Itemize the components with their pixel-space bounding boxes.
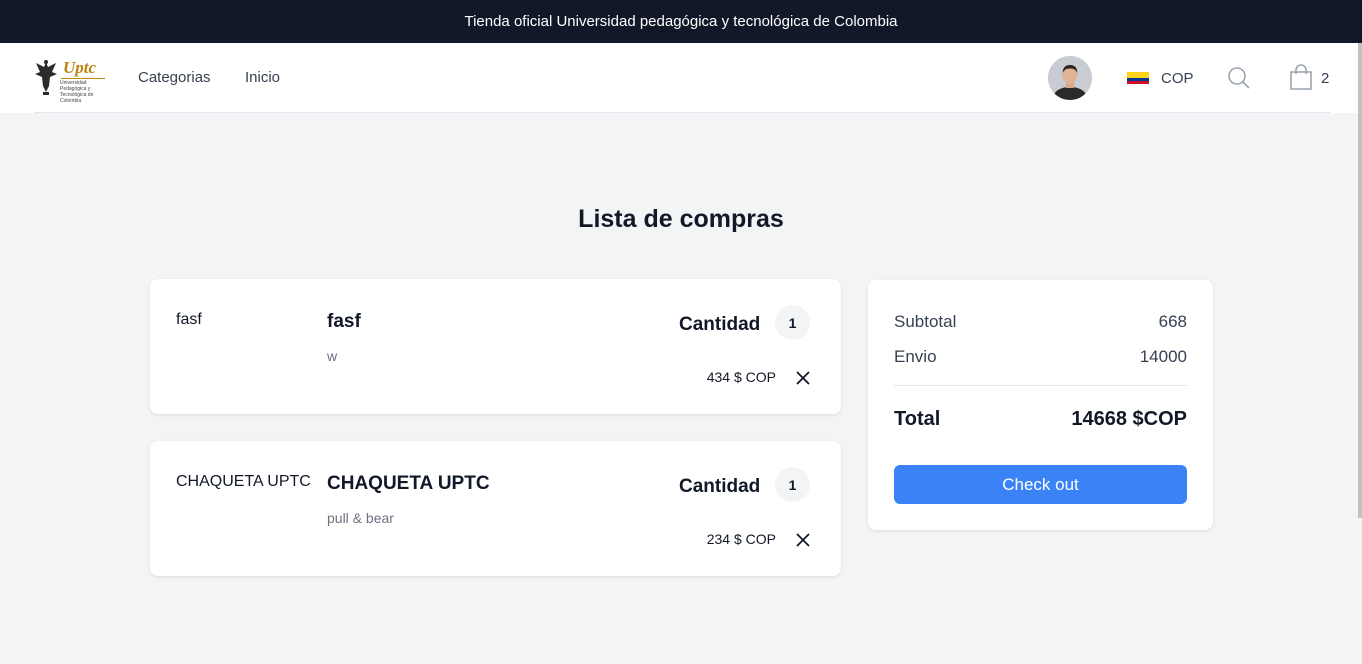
announcement-text: Tienda oficial Universidad pedagógica y … <box>464 13 898 30</box>
colombia-flag-icon[interactable] <box>1127 72 1149 84</box>
product-name[interactable]: CHAQUETA UPTC <box>327 473 490 495</box>
shopping-bag-icon[interactable] <box>1289 64 1313 90</box>
product-description: pull & bear <box>327 510 394 526</box>
remove-item-close-icon[interactable] <box>795 532 811 548</box>
cart-item-card: CHAQUETA UPTC CHAQUETA UPTC pull & bear … <box>150 441 841 576</box>
logo-wordmark: Uptc <box>63 58 97 77</box>
search-icon[interactable] <box>1227 66 1251 90</box>
uptc-logo[interactable]: Uptc Universidad Pedagógica y Tecnológic… <box>34 58 106 104</box>
cart-count[interactable]: 2 <box>1321 70 1329 87</box>
product-name[interactable]: fasf <box>327 311 361 333</box>
quantity-label: Cantidad <box>679 476 761 497</box>
nav-categorias-link[interactable]: Categorias <box>138 69 211 86</box>
quantity-label: Cantidad <box>679 314 761 335</box>
total-row: Total 14668 $COP <box>894 408 1187 431</box>
announcement-bar: Tienda oficial Universidad pedagógica y … <box>0 0 1362 43</box>
currency-selector[interactable]: COP <box>1161 70 1194 87</box>
logo-subtext: Universidad Pedagógica y Tecnológica de … <box>60 80 94 104</box>
shipping-row: Envio 14000 <box>894 347 1187 367</box>
user-avatar[interactable] <box>1048 56 1092 100</box>
order-summary: Subtotal 668 Envio 14000 Total 14668 $CO… <box>868 280 1213 530</box>
shipping-value: 14000 <box>1139 347 1187 366</box>
total-label: Total <box>894 408 941 430</box>
page-scrollbar[interactable] <box>1358 43 1362 518</box>
product-image[interactable]: fasf <box>176 311 202 329</box>
logo-underline <box>61 78 105 79</box>
checkout-button[interactable]: Check out <box>894 465 1187 504</box>
nav-inicio-link[interactable]: Inicio <box>245 69 280 86</box>
product-description: w <box>327 348 338 364</box>
shipping-label: Envio <box>894 347 937 366</box>
cart-item-card: fasf fasf w Cantidad 1 434 $ COP <box>150 279 841 414</box>
subtotal-label: Subtotal <box>894 312 957 331</box>
eagle-crest-icon <box>35 60 57 95</box>
quantity-badge: 1 <box>775 305 810 340</box>
site-header: Uptc Universidad Pedagógica y Tecnológic… <box>0 43 1362 113</box>
summary-divider <box>894 385 1187 386</box>
remove-item-close-icon[interactable] <box>795 370 811 386</box>
subtotal-value: 668 <box>1158 312 1187 331</box>
user-photo-icon <box>1048 56 1092 100</box>
product-price: 234 $ COP <box>706 531 776 547</box>
page-title: Lista de compras <box>578 205 784 233</box>
total-value: 14668 $COP <box>1071 408 1187 430</box>
header-inner: Uptc Universidad Pedagógica y Tecnológic… <box>34 43 1330 113</box>
product-image[interactable]: CHAQUETA UPTC <box>176 473 311 491</box>
product-price: 434 $ COP <box>706 369 776 385</box>
quantity-badge: 1 <box>775 467 810 502</box>
subtotal-row: Subtotal 668 <box>894 312 1187 332</box>
